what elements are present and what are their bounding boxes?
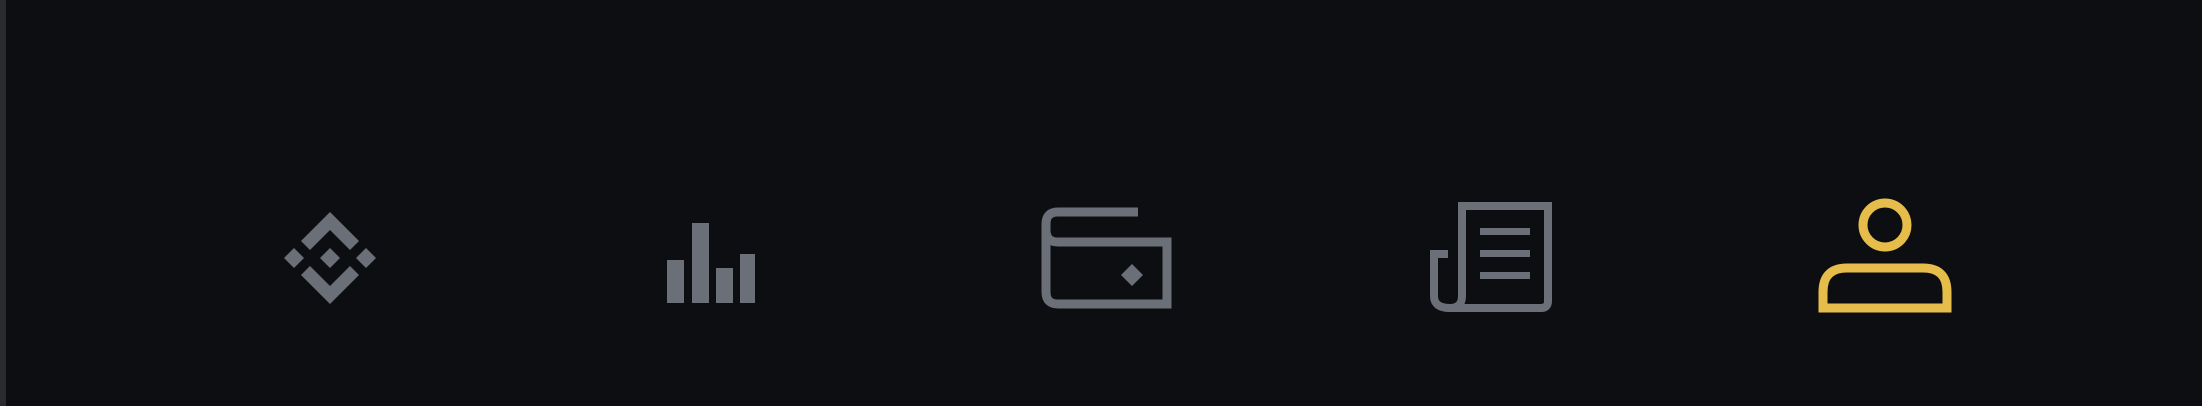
- tab-markets[interactable]: [627, 178, 787, 338]
- tab-wallet[interactable]: [1028, 178, 1188, 338]
- bar-chart-icon: [667, 223, 755, 303]
- bottom-tab-bar: [6, 0, 2202, 406]
- binance-logo-icon: [284, 212, 376, 304]
- newspaper-icon: [1430, 202, 1552, 313]
- user-profile-icon: [1818, 198, 1952, 313]
- wallet-icon: [1041, 207, 1172, 309]
- tab-news[interactable]: [1410, 178, 1570, 338]
- tab-home[interactable]: [250, 178, 410, 338]
- tab-profile[interactable]: [1805, 178, 1965, 338]
